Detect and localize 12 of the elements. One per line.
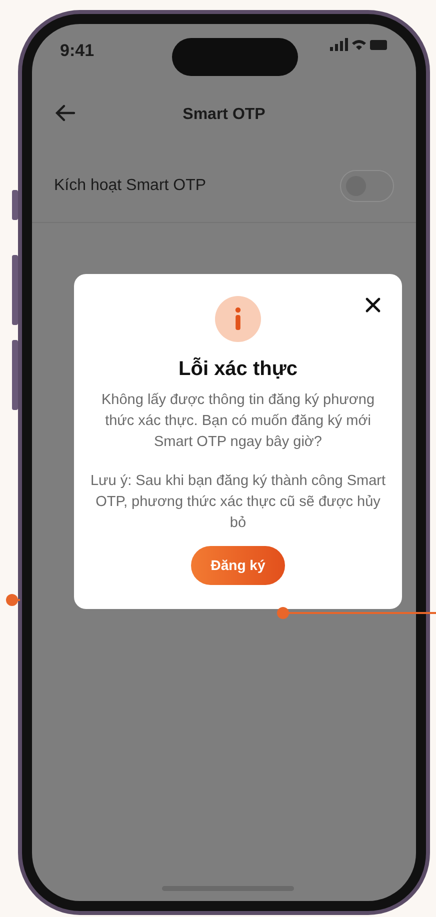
dialog-title: Lỗi xác thực bbox=[178, 356, 298, 382]
close-icon[interactable] bbox=[364, 296, 382, 314]
screen-title: Smart OTP bbox=[182, 105, 266, 125]
dialog-note: Lưu ý: Sau khi bạn đăng ký thành công Smart OTP, phương thức xác thực cũ sẽ được hủy bỏ bbox=[89, 472, 387, 534]
back-arrow-icon[interactable] bbox=[54, 104, 76, 122]
setting-label: Kích hoạt Smart OTP bbox=[54, 176, 206, 196]
register-button[interactable]: Đăng ký bbox=[190, 546, 286, 586]
status-time: 9:41 bbox=[60, 40, 94, 62]
toggle-switch[interactable] bbox=[340, 170, 394, 202]
dialog-message: Không lấy được thông tin đăng ký phương thức xác thực. Bạn có muốn đăng ký mới Smart OTP ngay bây giờ? bbox=[100, 391, 376, 452]
info-icon bbox=[215, 296, 261, 342]
status-icons bbox=[330, 38, 388, 52]
